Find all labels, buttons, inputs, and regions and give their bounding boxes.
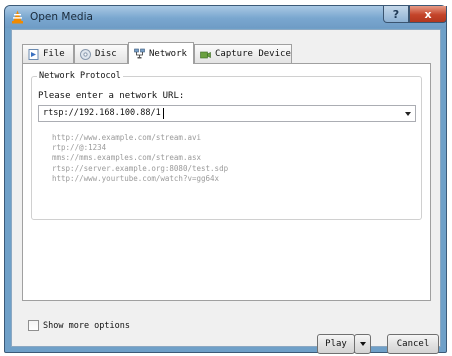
tab-capture-device[interactable]: Capture Device <box>194 44 292 63</box>
network-url-input[interactable]: rtsp://192.168.100.88/1 <box>38 105 416 122</box>
url-examples: http://www.example.com/stream.avi rtp://… <box>52 133 228 184</box>
network-protocol-group: Network Protocol Please enter a network … <box>31 71 422 220</box>
chevron-down-icon[interactable] <box>405 112 411 116</box>
example-url: mms://mms.examples.com/stream.asx <box>52 153 202 163</box>
capture-device-icon <box>200 51 211 58</box>
vlc-cone-icon <box>12 10 23 24</box>
play-dropdown-button[interactable] <box>354 334 371 354</box>
text-cursor <box>163 108 164 119</box>
show-more-options-checkbox[interactable] <box>28 320 39 331</box>
network-icon <box>134 48 145 59</box>
cancel-button[interactable]: Cancel <box>387 334 439 354</box>
network-tab-panel: Network Protocol Please enter a network … <box>22 63 431 301</box>
show-more-options[interactable]: Show more options <box>28 320 130 331</box>
url-value: rtsp://192.168.100.88/1 <box>43 108 161 118</box>
disc-icon <box>80 48 91 60</box>
example-url: http://www.yourtube.com/watch?v=gg64x <box>52 173 220 183</box>
tab-file-label: File <box>43 49 65 59</box>
window-title: Open Media <box>30 11 93 23</box>
help-button[interactable]: ? <box>383 6 409 23</box>
show-more-options-label: Show more options <box>43 320 130 331</box>
tab-network[interactable]: Network <box>128 42 194 64</box>
example-url: rtp://@:1234 <box>52 143 107 153</box>
group-title: Network Protocol <box>37 71 123 81</box>
example-url: rtsp://server.example.org:8080/test.sdp <box>52 163 229 173</box>
file-icon <box>28 48 39 60</box>
close-button[interactable]: x <box>409 6 447 23</box>
tab-disc-label: Disc <box>95 49 117 59</box>
chevron-down-icon <box>359 342 366 346</box>
url-prompt-label: Please enter a network URL: <box>38 91 185 101</box>
tab-capture-device-label: Capture Device <box>215 49 291 59</box>
tab-network-label: Network <box>149 48 187 59</box>
play-button[interactable]: Play <box>317 334 355 354</box>
title-bar[interactable]: Open Media ? x <box>5 6 447 28</box>
tab-disc[interactable]: Disc <box>74 44 128 63</box>
example-url: http://www.example.com/stream.avi <box>52 133 202 142</box>
open-media-dialog: Open Media ? x File Disc Network Capture… <box>4 5 447 354</box>
tab-file[interactable]: File <box>22 44 74 63</box>
dialog-body: File Disc Network Capture Device Network… <box>11 29 441 354</box>
